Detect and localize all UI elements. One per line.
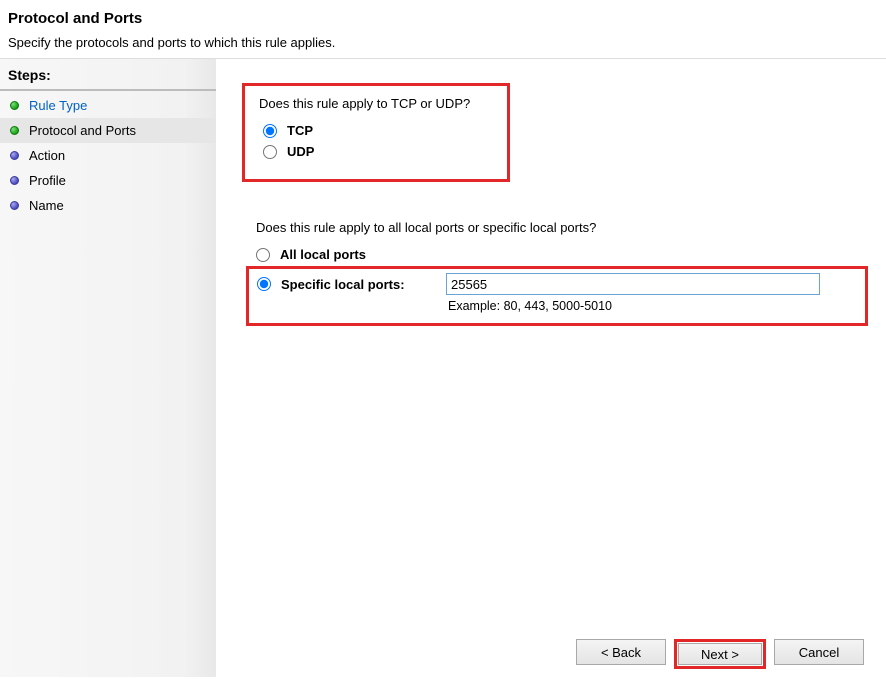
bullet-icon <box>10 201 19 210</box>
specific-ports-row: Specific local ports: <box>257 273 857 295</box>
step-label: Rule Type <box>29 98 87 113</box>
specific-ports-label[interactable]: Specific local ports: <box>281 277 446 292</box>
udp-option-row: UDP <box>263 144 493 159</box>
specific-ports-radio[interactable] <box>257 277 271 291</box>
step-label: Protocol and Ports <box>29 123 136 138</box>
page-subtitle: Specify the protocols and ports to which… <box>8 35 878 50</box>
wizard-content: Does this rule apply to TCP or UDP? TCP … <box>216 58 886 677</box>
protocol-question: Does this rule apply to TCP or UDP? <box>259 96 493 111</box>
next-button-highlight: Next > <box>674 639 766 669</box>
step-protocol-and-ports[interactable]: Protocol and Ports <box>0 118 216 143</box>
back-button[interactable]: < Back <box>576 639 666 665</box>
steps-heading: Steps: <box>0 63 216 91</box>
wizard-header: Protocol and Ports Specify the protocols… <box>0 0 886 58</box>
cancel-button[interactable]: Cancel <box>774 639 864 665</box>
step-rule-type[interactable]: Rule Type <box>0 93 216 118</box>
next-button[interactable]: Next > <box>678 643 762 665</box>
step-action[interactable]: Action <box>0 143 216 168</box>
all-ports-row: All local ports <box>256 247 864 262</box>
step-label: Action <box>29 148 65 163</box>
tcp-option-row: TCP <box>263 123 493 138</box>
tcp-label[interactable]: TCP <box>287 123 313 138</box>
steps-sidebar: Steps: Rule Type Protocol and Ports Acti… <box>0 58 216 677</box>
bullet-icon <box>10 101 19 110</box>
ports-example-text: Example: 80, 443, 5000-5010 <box>448 299 857 313</box>
protocol-section: Does this rule apply to TCP or UDP? TCP … <box>242 83 510 182</box>
step-label: Profile <box>29 173 66 188</box>
udp-radio[interactable] <box>263 145 277 159</box>
all-ports-radio[interactable] <box>256 248 270 262</box>
page-title: Protocol and Ports <box>8 10 878 27</box>
udp-label[interactable]: UDP <box>287 144 314 159</box>
bullet-icon <box>10 126 19 135</box>
all-ports-label[interactable]: All local ports <box>280 247 366 262</box>
bullet-icon <box>10 176 19 185</box>
step-label: Name <box>29 198 64 213</box>
step-profile[interactable]: Profile <box>0 168 216 193</box>
ports-section: Does this rule apply to all local ports … <box>242 220 864 326</box>
wizard-button-bar: < Back Next > Cancel <box>576 639 864 669</box>
tcp-radio[interactable] <box>263 124 277 138</box>
specific-ports-highlight: Specific local ports: Example: 80, 443, … <box>246 266 868 326</box>
specific-ports-input[interactable] <box>446 273 820 295</box>
step-name[interactable]: Name <box>0 193 216 218</box>
bullet-icon <box>10 151 19 160</box>
ports-question: Does this rule apply to all local ports … <box>256 220 864 235</box>
